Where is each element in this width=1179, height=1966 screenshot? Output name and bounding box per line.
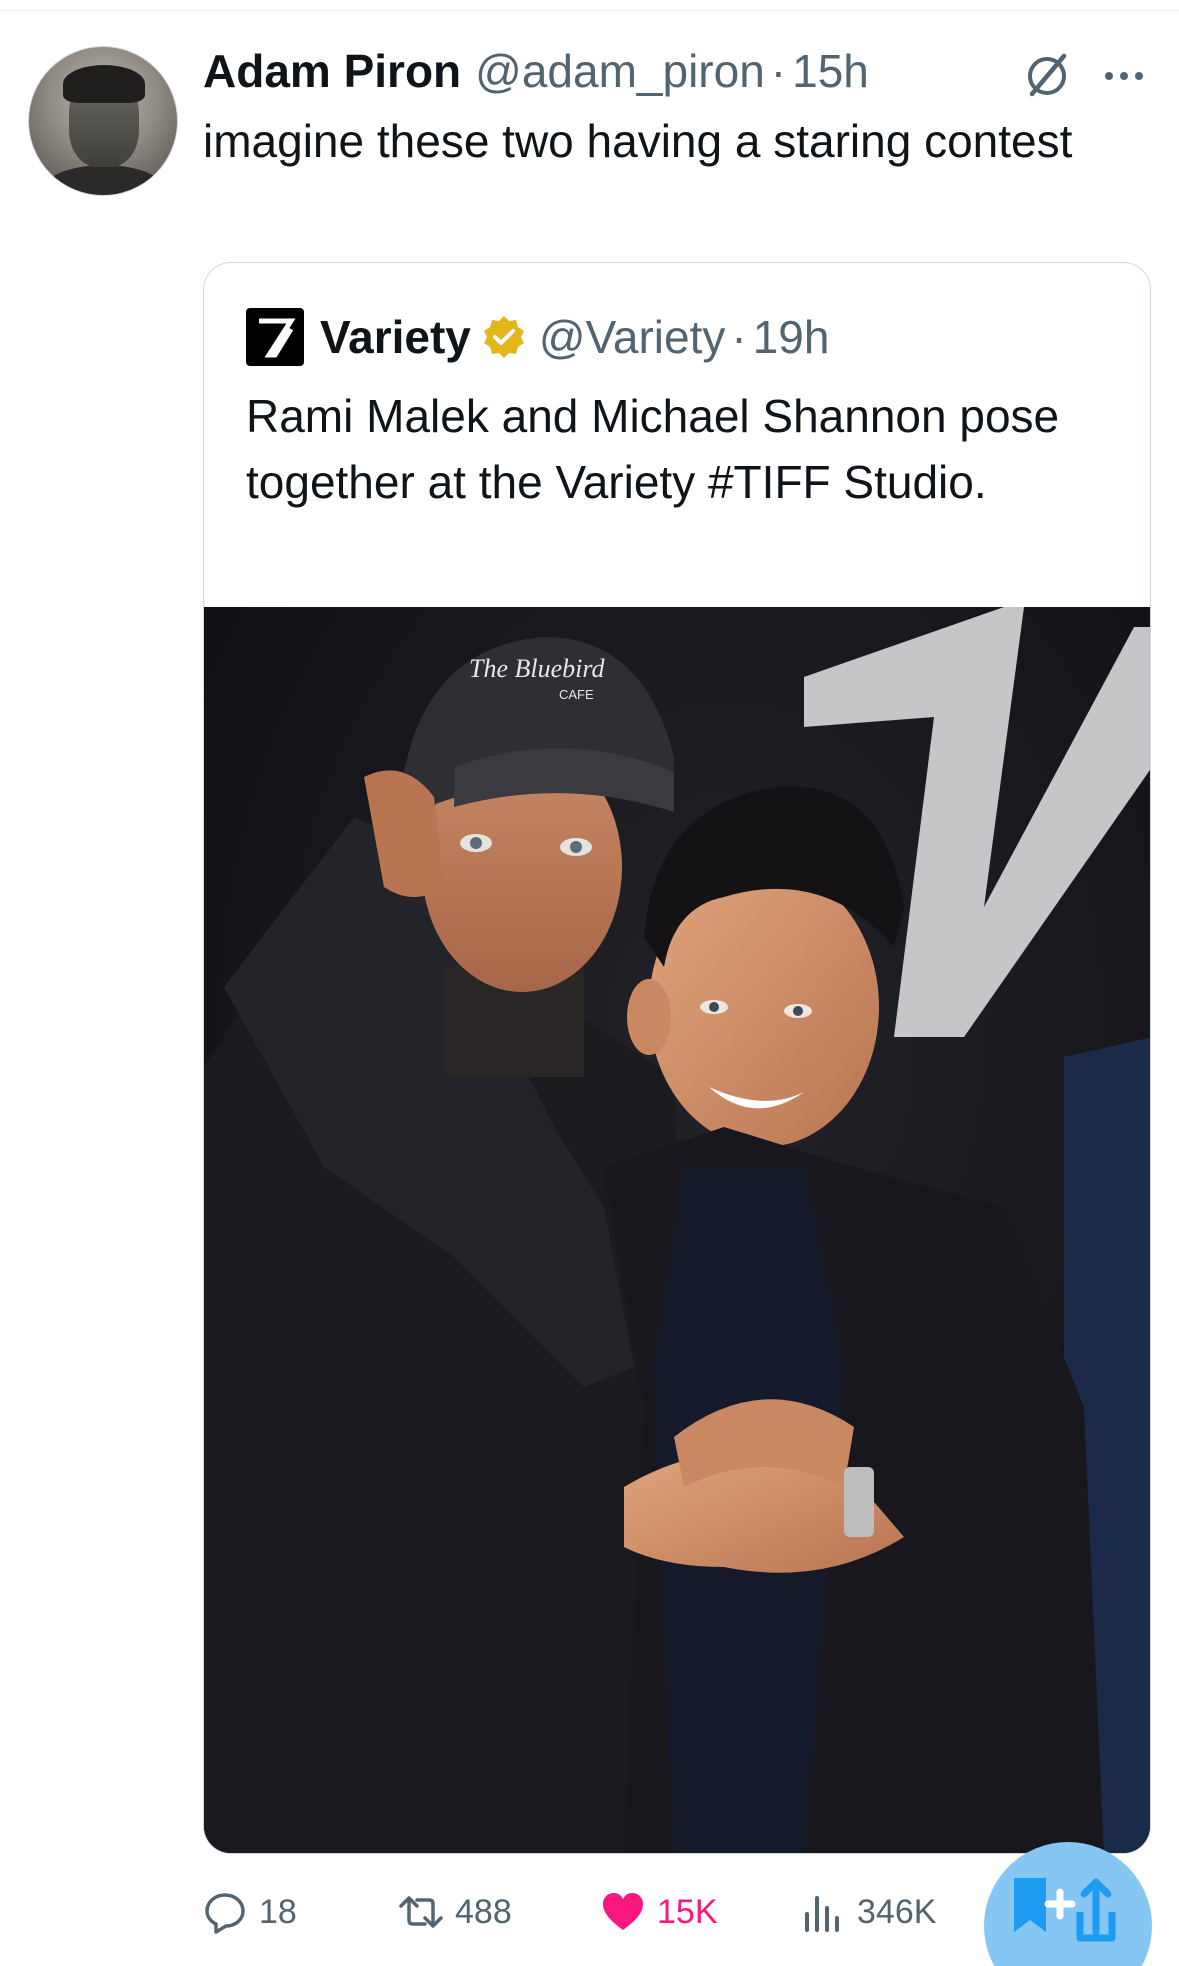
- tweet-header: Adam Piron @adam_piron · 15h: [203, 40, 869, 102]
- top-divider: [0, 10, 1179, 11]
- repost-button[interactable]: 488: [399, 1882, 512, 1942]
- header-separator: ·: [770, 45, 787, 97]
- grok-icon[interactable]: [1020, 48, 1074, 102]
- repost-count: 488: [455, 1892, 512, 1931]
- tweet-screen: Adam Piron @adam_piron · 15h imagine the…: [0, 0, 1179, 1966]
- author-handle[interactable]: @adam_piron: [475, 44, 765, 98]
- like-button[interactable]: 15K: [601, 1882, 718, 1942]
- reply-icon: [205, 1893, 245, 1934]
- variety-v-logo-icon: [259, 318, 296, 358]
- tweet-actions-bar: 18 488 15K 346K: [203, 1882, 983, 1942]
- repost-icon: [399, 1896, 443, 1928]
- compose-fab-button[interactable]: [984, 1842, 1152, 1966]
- quoted-timestamp[interactable]: 19h: [753, 310, 830, 364]
- verified-badge-icon: [483, 316, 524, 358]
- variety-avatar-logo[interactable]: [246, 308, 304, 366]
- reply-button[interactable]: 18: [203, 1882, 297, 1942]
- author-display-name[interactable]: Adam Piron: [203, 44, 461, 98]
- tweet-text: imagine these two having a staring conte…: [203, 115, 1073, 167]
- like-count: 15K: [657, 1892, 718, 1931]
- quoted-tweet-text: Rami Malek and Michael Shannon pose toge…: [246, 390, 1060, 508]
- views-button[interactable]: 346K: [801, 1882, 936, 1942]
- compose-fab-icon: [1014, 1878, 1116, 1942]
- tweet-timestamp[interactable]: 15h: [792, 44, 869, 98]
- quoted-author-display-name[interactable]: Variety: [320, 310, 471, 364]
- views-icon: [805, 1896, 839, 1932]
- quoted-tweet-header: Variety @Variety · 19h: [246, 305, 829, 369]
- reply-count: 18: [259, 1892, 297, 1931]
- heart-icon: [603, 1893, 643, 1930]
- photo-illustration: The Bluebird CAFE: [204, 607, 1150, 1853]
- more-options-icon[interactable]: [1100, 52, 1148, 100]
- quoted-header-separator: ·: [731, 311, 747, 363]
- quoted-tweet-card[interactable]: Variety @Variety · 19h Rami Malek and Mi…: [203, 262, 1151, 1854]
- cap-text-main: The Bluebird: [469, 654, 606, 683]
- cap-text-sub: CAFE: [559, 687, 594, 702]
- quoted-tweet-photo[interactable]: The Bluebird CAFE: [204, 607, 1150, 1853]
- author-avatar[interactable]: [28, 46, 178, 196]
- views-count: 346K: [857, 1892, 937, 1931]
- quoted-author-handle[interactable]: @Variety: [539, 310, 725, 364]
